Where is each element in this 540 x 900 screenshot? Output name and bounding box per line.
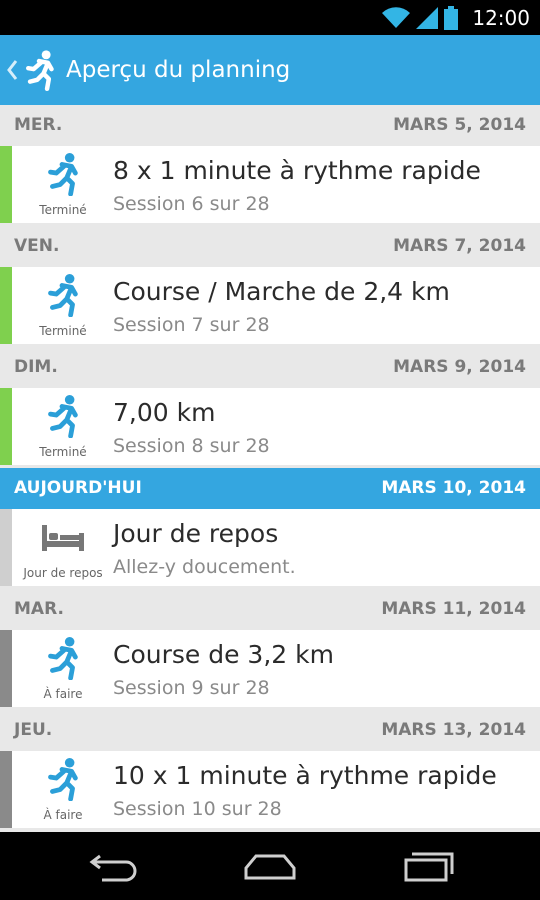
status-label: À faire: [43, 808, 83, 822]
session-row[interactable]: À faire 10 x 1 minute à rythme rapide Se…: [0, 751, 540, 828]
day-header: VEN. MARS 7, 2014: [0, 226, 540, 267]
session-subtitle: Session 8 sur 28: [113, 435, 270, 457]
status-stripe: [0, 267, 12, 344]
runner-icon: [48, 636, 78, 680]
status-label: Jour de repos: [23, 566, 103, 580]
bed-icon: [42, 525, 84, 551]
day-name: VEN.: [14, 236, 60, 256]
runner-icon: [48, 273, 78, 317]
runner-icon[interactable]: [22, 48, 56, 92]
session-row[interactable]: Terminé 7,00 km Session 8 sur 28: [0, 388, 540, 465]
battery-icon: [444, 5, 459, 30]
status-stripe: [0, 509, 12, 586]
session-subtitle: Allez-y doucement.: [113, 556, 296, 578]
status-label: Terminé: [39, 324, 87, 338]
status-icons: 12:00: [382, 4, 530, 31]
day-date: MARS 5, 2014: [393, 115, 526, 135]
status-label: Terminé: [39, 203, 87, 217]
runner-icon: [48, 394, 78, 438]
session-row[interactable]: Terminé 8 x 1 minute à rythme rapide Ses…: [0, 146, 540, 223]
day-date: MARS 9, 2014: [393, 357, 526, 377]
day-name: MER.: [14, 115, 63, 135]
status-bar: 12:00: [0, 0, 540, 35]
wifi-icon: [382, 6, 411, 28]
day-name: MAR.: [14, 599, 64, 619]
day-date: MARS 13, 2014: [381, 720, 526, 740]
status-stripe: [0, 388, 12, 465]
session-title: 7,00 km: [113, 398, 216, 427]
recent-apps-icon[interactable]: [403, 848, 455, 884]
page-title: Aperçu du planning: [66, 57, 291, 83]
session-title: 8 x 1 minute à rythme rapide: [113, 156, 481, 185]
day-date: MARS 7, 2014: [393, 236, 526, 256]
day-name: DIM.: [14, 357, 58, 377]
status-label: À faire: [43, 687, 83, 701]
day-date: MARS 11, 2014: [381, 599, 526, 619]
session-subtitle: Session 9 sur 28: [113, 677, 270, 699]
navigation-bar: [0, 832, 540, 900]
schedule-list[interactable]: MER. MARS 5, 2014 Terminé 8 x 1 minute à…: [0, 105, 540, 832]
session-title: Course / Marche de 2,4 km: [113, 277, 450, 306]
day-header: MAR. MARS 11, 2014: [0, 589, 540, 630]
signal-icon: [416, 6, 439, 29]
day-date: MARS 10, 2014: [381, 478, 526, 498]
session-subtitle: Session 7 sur 28: [113, 314, 270, 336]
up-chevron-icon[interactable]: [6, 59, 18, 81]
status-time: 12:00: [472, 5, 530, 30]
day-header: JEU. MARS 13, 2014: [0, 710, 540, 751]
rest-day-row[interactable]: Jour de repos Jour de repos Allez-y douc…: [0, 509, 540, 586]
session-title: Course de 3,2 km: [113, 640, 334, 669]
home-icon[interactable]: [243, 848, 297, 884]
session-subtitle: Session 10 sur 28: [113, 798, 282, 820]
session-row[interactable]: À faire Course de 3,2 km Session 9 sur 2…: [0, 630, 540, 707]
session-subtitle: Session 6 sur 28: [113, 193, 270, 215]
day-name: JEU.: [14, 720, 53, 740]
today-header: AUJOURD'HUI MARS 10, 2014: [0, 468, 540, 509]
status-stripe: [0, 630, 12, 707]
back-icon[interactable]: [88, 848, 138, 884]
runner-icon: [48, 757, 78, 801]
status-stripe: [0, 146, 12, 223]
day-header: DIM. MARS 9, 2014: [0, 347, 540, 388]
day-header: MER. MARS 5, 2014: [0, 105, 540, 146]
session-title: 10 x 1 minute à rythme rapide: [113, 761, 497, 790]
status-label: Terminé: [39, 445, 87, 459]
runner-icon: [48, 152, 78, 196]
action-bar: Aperçu du planning: [0, 35, 540, 105]
day-name: AUJOURD'HUI: [14, 478, 142, 498]
status-stripe: [0, 751, 12, 828]
session-row[interactable]: Terminé Course / Marche de 2,4 km Sessio…: [0, 267, 540, 344]
session-title: Jour de repos: [113, 519, 279, 548]
